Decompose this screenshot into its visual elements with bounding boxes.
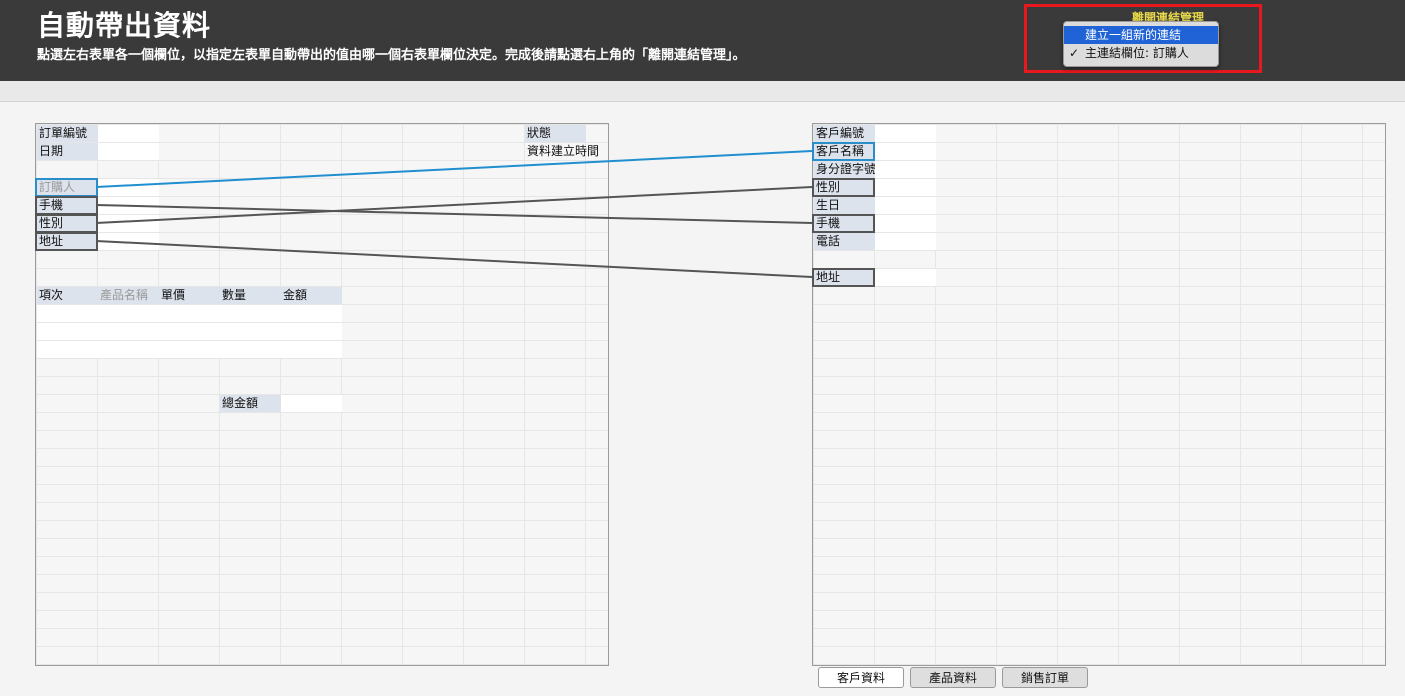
linked-field-address[interactable] (35, 232, 98, 251)
field-buyer[interactable] (98, 179, 159, 196)
column-header-unit-price: 單價 (159, 287, 220, 304)
linked-field-customer-name[interactable] (812, 142, 875, 161)
field-address[interactable] (98, 233, 159, 250)
linked-field-mobile[interactable] (35, 196, 98, 215)
column-header-amount: 金額 (281, 287, 342, 304)
field-gender[interactable] (875, 179, 936, 196)
field-birthday[interactable] (875, 197, 936, 214)
selected-field-buyer[interactable] (35, 178, 98, 197)
header-bar: 自動帶出資料 點選左右表單各一個欄位，以指定左表單自動帶出的值由哪一個右表單欄位… (0, 0, 1405, 81)
field-date[interactable] (98, 143, 159, 160)
label-id-number: 身分證字號 (814, 161, 875, 178)
checkmark-icon: ✓ (1069, 46, 1080, 60)
field-order-no[interactable] (98, 125, 159, 142)
label-phone: 電話 (814, 233, 875, 250)
label-created-time: 資料建立時間 (527, 144, 600, 158)
linked-field-gender[interactable] (812, 178, 875, 197)
field-total[interactable] (281, 395, 342, 412)
menu-item-main-link-field[interactable]: ✓ 主連結欄位: 訂購人 (1064, 44, 1218, 62)
field-mobile[interactable] (98, 197, 159, 214)
page-instructions: 點選左右表單各一個欄位，以指定左表單自動帶出的值由哪一個右表單欄位決定。完成後請… (37, 48, 746, 63)
label-status: 狀態 (525, 125, 586, 142)
field-id-number[interactable] (875, 161, 936, 178)
column-header-product-name: 產品名稱 (98, 287, 159, 304)
field-customer-name[interactable] (875, 143, 936, 160)
field-customer-no[interactable] (875, 125, 936, 142)
page-title: 自動帶出資料 (37, 9, 212, 42)
column-header-quantity: 數量 (220, 287, 281, 304)
label-total: 總金額 (220, 395, 281, 412)
left-form-order: 訂單編號 日期 狀態 資料建立時間 訂購人 手機 性別 地址 項次 產品名稱 單… (35, 123, 609, 666)
toolbar-strip (0, 81, 1405, 102)
column-header-item-no: 項次 (37, 287, 98, 304)
label-birthday: 生日 (814, 197, 875, 214)
table-row[interactable] (37, 305, 342, 322)
linked-field-mobile[interactable] (812, 214, 875, 233)
label-order-no: 訂單編號 (37, 125, 98, 142)
label-customer-no: 客戶編號 (814, 125, 875, 142)
field-phone[interactable] (875, 233, 936, 250)
link-popup-menu: 建立一組新的連結 ✓ 主連結欄位: 訂購人 (1063, 21, 1219, 67)
tab-product-data[interactable]: 產品資料 (910, 667, 996, 688)
menu-item-label: 建立一組新的連結 (1085, 28, 1182, 42)
field-mobile[interactable] (875, 215, 936, 232)
field-address[interactable] (875, 269, 936, 286)
menu-item-label: 主連結欄位: 訂購人 (1085, 46, 1189, 60)
table-row[interactable] (37, 341, 342, 358)
tab-customer-data[interactable]: 客戶資料 (818, 667, 904, 688)
linked-field-address[interactable] (812, 268, 875, 287)
right-form-customer: 客戶編號 客戶名稱 身分證字號 性別 生日 手機 電話 地址 (812, 123, 1386, 666)
field-gender[interactable] (98, 215, 159, 232)
table-row[interactable] (37, 323, 342, 340)
linked-field-gender[interactable] (35, 214, 98, 233)
tab-sales-orders[interactable]: 銷售訂單 (1002, 667, 1088, 688)
label-date: 日期 (37, 143, 98, 160)
menu-item-create-new-link[interactable]: 建立一組新的連結 (1064, 26, 1218, 44)
